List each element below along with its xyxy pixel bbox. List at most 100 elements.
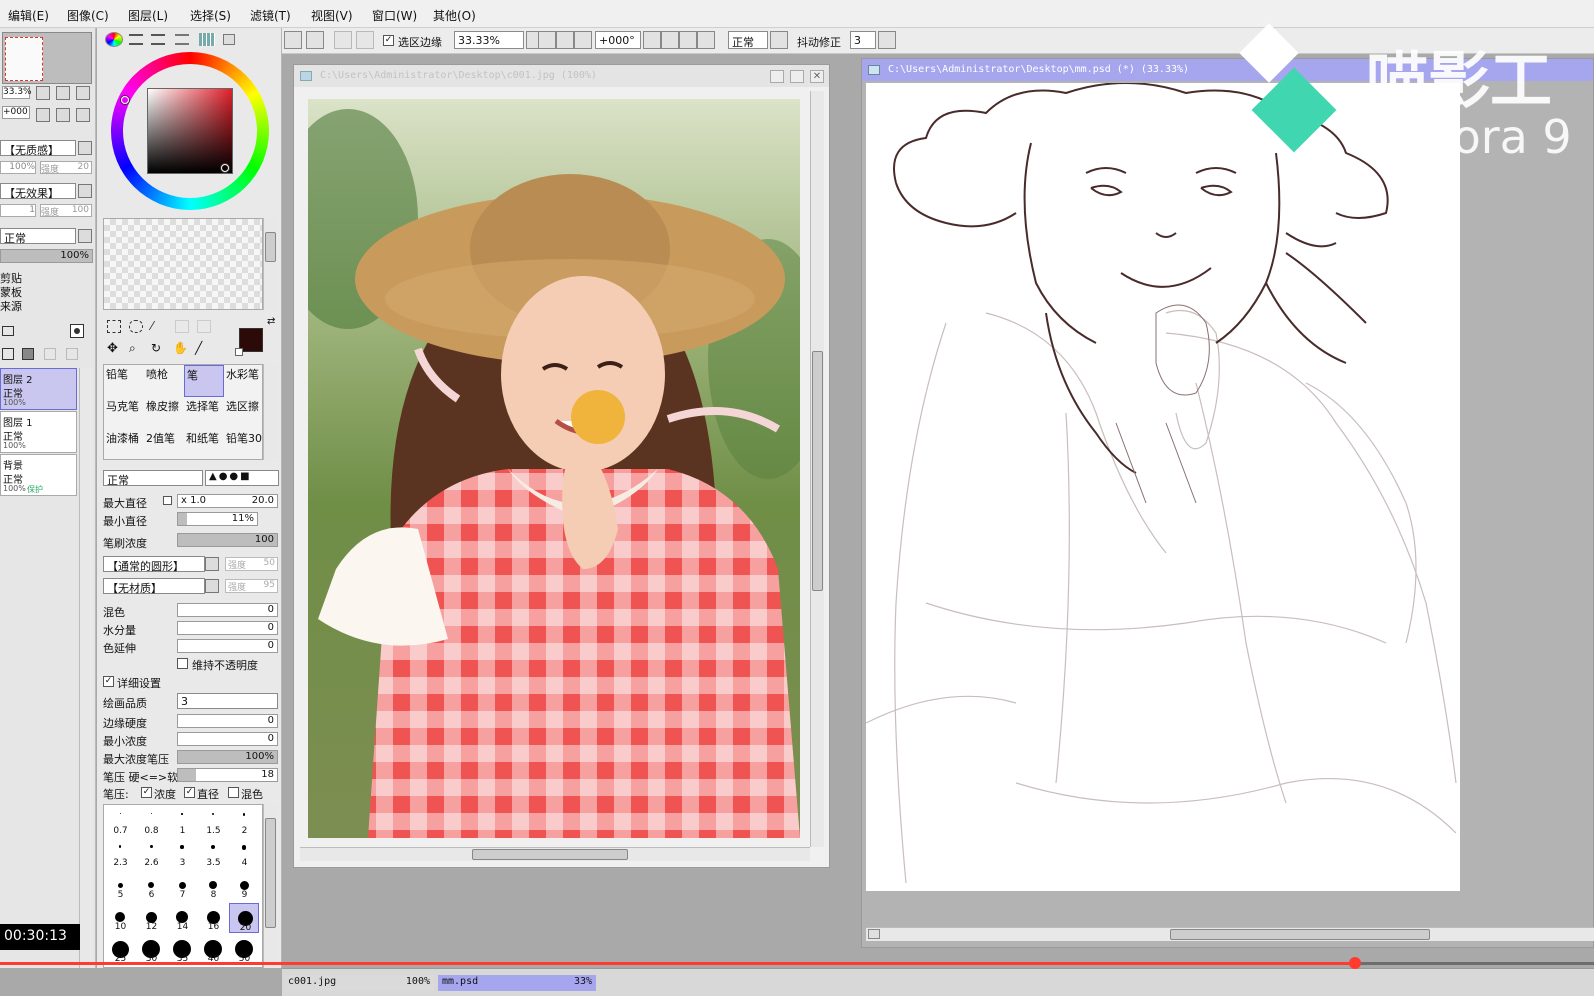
- brush-texture-dropdown[interactable]: [205, 579, 219, 593]
- texture-select[interactable]: 【无质感】: [0, 140, 76, 157]
- redo-button[interactable]: [306, 31, 324, 49]
- saturation-value-square[interactable]: [147, 88, 233, 174]
- eyedropper-icon[interactable]: ╱: [195, 342, 209, 356]
- merge-down-icon[interactable]: [44, 348, 56, 360]
- menu-filter[interactable]: 滤镜(T): [250, 7, 291, 24]
- menu-layer[interactable]: 图层(L): [128, 7, 168, 24]
- brush-binary-pen[interactable]: 2值笔: [144, 429, 184, 461]
- keep-opacity-checkbox[interactable]: [177, 658, 188, 669]
- scroll-left-icon[interactable]: [868, 929, 880, 939]
- merge-visible-icon[interactable]: [66, 348, 78, 360]
- video-progress-track[interactable]: [0, 957, 1594, 969]
- brush-size-preset[interactable]: 10: [105, 903, 135, 933]
- navigator-rotation[interactable]: +000: [2, 106, 30, 119]
- brush-washi[interactable]: 和纸笔: [184, 429, 224, 461]
- nav-zoom-in[interactable]: [56, 86, 70, 100]
- brush-texture-select[interactable]: 【无材质】: [103, 578, 205, 595]
- brush-size-preset[interactable]: 0.7: [105, 807, 135, 837]
- brush-size-preset[interactable]: 16: [198, 903, 228, 933]
- brush-size-preset[interactable]: 1: [167, 807, 197, 837]
- brush-pen[interactable]: 笔: [184, 365, 224, 397]
- menu-window[interactable]: 窗口(W): [372, 7, 417, 24]
- brush-airbrush[interactable]: 喷枪: [144, 365, 184, 397]
- stabilizer-field[interactable]: 3: [850, 31, 876, 49]
- invert-selection-button[interactable]: [356, 31, 374, 49]
- blank-tool-icon[interactable]: [175, 320, 189, 333]
- brush-size-preset[interactable]: 0.8: [136, 807, 166, 837]
- effect-width[interactable]: 1: [0, 204, 36, 217]
- mix-tab[interactable]: [175, 34, 189, 45]
- navigator-zoom[interactable]: 33.3%: [2, 86, 32, 99]
- video-progress-handle[interactable]: [1348, 957, 1361, 969]
- doc-tab-sketch[interactable]: mm.psd 33%: [438, 975, 596, 991]
- scratchpad-area[interactable]: [103, 218, 263, 310]
- rotate-reset-button[interactable]: [697, 31, 715, 49]
- reference-photo[interactable]: [308, 99, 800, 838]
- layer-item-background[interactable]: 背景 正常 100% 保护: [0, 454, 77, 496]
- brush-size-preset[interactable]: 9: [229, 871, 259, 901]
- brush-size-preset[interactable]: 4: [229, 839, 259, 869]
- layer-opacity-slider[interactable]: 100%: [0, 249, 93, 263]
- brush-select-pen[interactable]: 选择笔: [184, 397, 224, 429]
- water-slider[interactable]: 0: [177, 621, 278, 635]
- nav-rotate-left[interactable]: [36, 108, 50, 122]
- nav-rotate-reset[interactable]: [76, 108, 90, 122]
- source-label[interactable]: 来源: [0, 298, 22, 314]
- lasso-select-icon[interactable]: [129, 320, 143, 333]
- brush-size-preset[interactable]: 2: [229, 807, 259, 837]
- reference-horizontal-scrollbar[interactable]: [300, 847, 810, 861]
- sv-cursor[interactable]: [221, 164, 229, 172]
- hardness-slider[interactable]: 18: [177, 768, 278, 782]
- brush-size-preset[interactable]: 35: [167, 935, 197, 965]
- brush-texture-strength[interactable]: 强度 95: [225, 579, 278, 593]
- menu-select[interactable]: 选择(S): [190, 7, 231, 24]
- blend-slider[interactable]: 0: [177, 603, 278, 617]
- layer-blend-mode[interactable]: 正常: [0, 228, 76, 245]
- hand-icon[interactable]: ✋: [173, 342, 188, 356]
- swatch-tab[interactable]: [199, 33, 215, 46]
- brush-size-preset[interactable]: 2.6: [136, 839, 166, 869]
- brush-size-preset[interactable]: 50: [229, 935, 259, 965]
- max-pressure-slider[interactable]: 100%: [177, 750, 278, 764]
- magic-wand-icon[interactable]: ⁄: [151, 320, 165, 333]
- brush-pencil30[interactable]: 铅笔30: [224, 429, 264, 461]
- brush-size-preset[interactable]: 2.3: [105, 839, 135, 869]
- mask-icon[interactable]: [70, 324, 84, 338]
- brush-size-preset[interactable]: 40: [198, 935, 228, 965]
- edge-slider[interactable]: 0: [177, 714, 278, 728]
- layer-blend-dropdown[interactable]: [78, 229, 92, 243]
- effect-select[interactable]: 【无效果】: [0, 183, 76, 200]
- reset-colors-icon[interactable]: [235, 348, 243, 356]
- max-size-slider[interactable]: x 1.0 20.0: [177, 494, 278, 508]
- maximize-icon[interactable]: [790, 70, 804, 83]
- rotate-right-button[interactable]: [679, 31, 697, 49]
- texture-scale[interactable]: 强度 20: [40, 161, 92, 175]
- move-icon[interactable]: ✥: [107, 342, 121, 356]
- brush-shape-dropdown[interactable]: [205, 557, 219, 571]
- quality-select[interactable]: 3: [177, 693, 278, 709]
- max-size-lock[interactable]: [163, 496, 172, 505]
- navigator-preview[interactable]: [2, 32, 92, 84]
- min-size-slider[interactable]: 11%: [177, 512, 258, 526]
- brush-size-preset[interactable]: 25: [105, 935, 135, 965]
- stabilizer-dropdown[interactable]: [878, 31, 896, 49]
- brush-select-eraser[interactable]: 选区擦: [224, 397, 264, 429]
- hue-cursor[interactable]: [121, 96, 129, 104]
- details-checkbox[interactable]: ✓: [103, 676, 114, 687]
- minimize-icon[interactable]: [770, 70, 784, 83]
- brush-shape-strength[interactable]: 强度 50: [225, 557, 278, 571]
- effect-dropdown[interactable]: [78, 184, 92, 198]
- blend-mode-field[interactable]: 正常: [728, 31, 768, 49]
- zoom-reset-button[interactable]: [574, 31, 592, 49]
- brush-size-preset[interactable]: 12: [136, 903, 166, 933]
- close-icon[interactable]: ✕: [810, 70, 824, 83]
- reference-vertical-scrollbar[interactable]: [810, 91, 824, 847]
- brush-blend-mode[interactable]: 正常: [103, 470, 203, 487]
- flip-button[interactable]: [770, 31, 788, 49]
- navigator-viewport[interactable]: [5, 37, 43, 81]
- min-density-slider[interactable]: 0: [177, 732, 278, 746]
- brush-eraser[interactable]: 橡皮擦: [144, 397, 184, 429]
- texture-dropdown[interactable]: [78, 141, 92, 155]
- rotate-left-button[interactable]: [661, 31, 679, 49]
- scratchpad-tab[interactable]: [223, 34, 235, 45]
